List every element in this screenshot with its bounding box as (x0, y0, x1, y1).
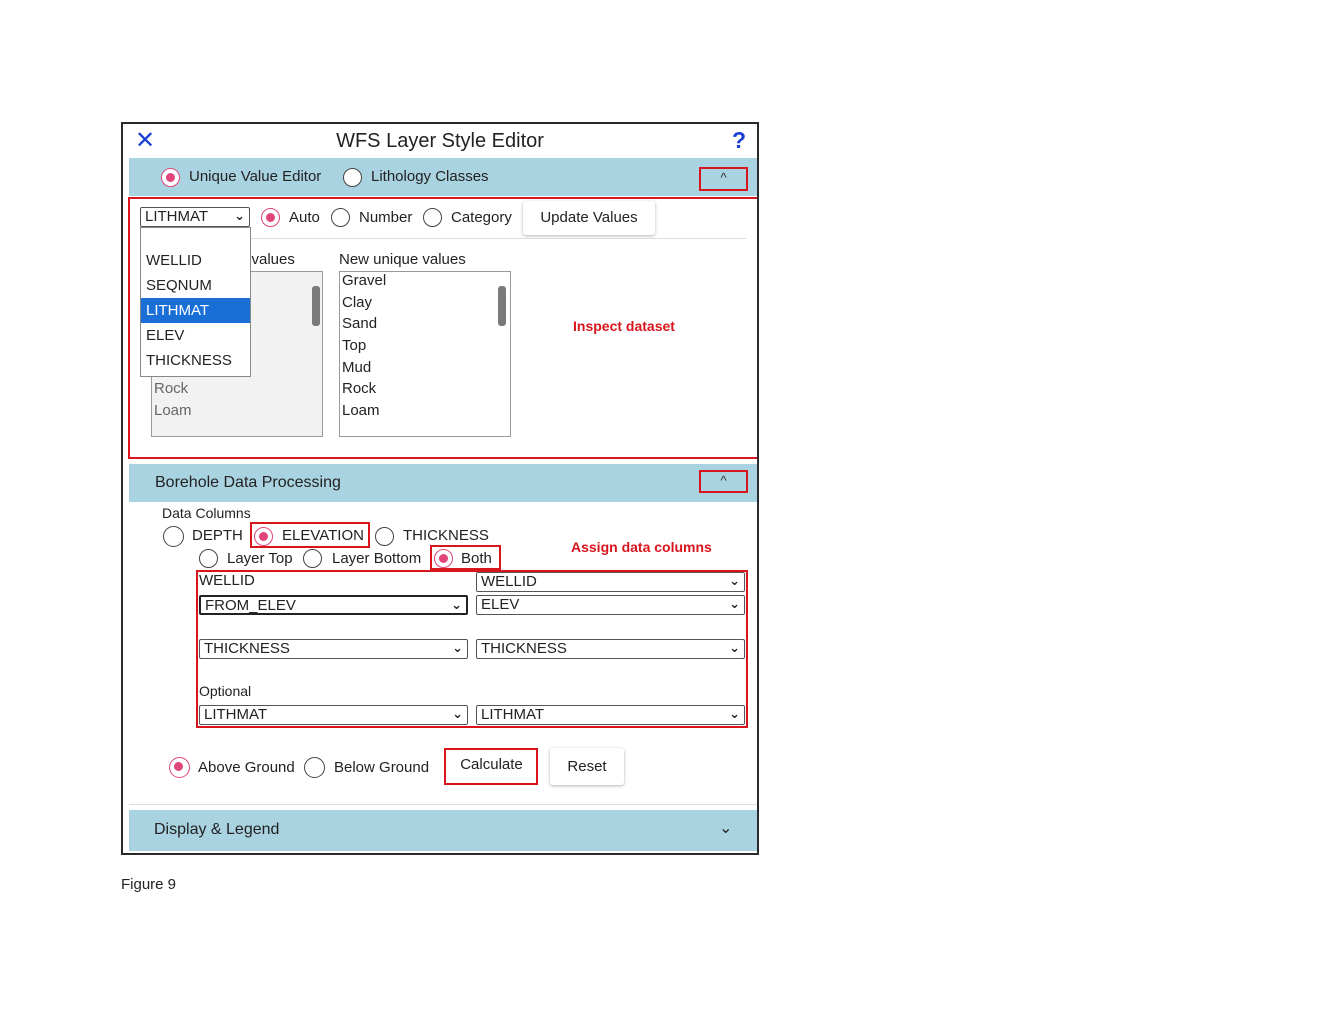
depth-label: DEPTH (192, 527, 243, 544)
assign-columns-highlight (196, 570, 748, 728)
elevation-highlight (250, 522, 370, 548)
layer-top-radio[interactable] (199, 549, 218, 568)
below-ground-radio[interactable] (304, 757, 325, 778)
figure-caption: Figure 9 (121, 876, 177, 893)
unique-value-editor-radio[interactable] (161, 168, 180, 187)
above-ground-label: Above Ground (198, 759, 295, 776)
layer-bottom-label: Layer Bottom (332, 550, 422, 567)
depth-radio[interactable] (163, 526, 184, 547)
below-ground-label: Below Ground (334, 759, 430, 776)
display-section-header[interactable]: Display & Legend ⌄ (129, 810, 757, 851)
style-collapse-button[interactable]: ^ (699, 167, 748, 191)
above-ground-radio[interactable] (169, 757, 190, 778)
style-editor-window: ✕ WFS Layer Style Editor ? Unique Value … (121, 122, 759, 855)
style-section-header: Unique Value Editor Lithology Classes ^ (129, 158, 757, 196)
borehole-section-body: Data Columns DEPTH ELEVATION THICKNESS L… (129, 502, 757, 805)
reset-button[interactable]: Reset (550, 748, 624, 785)
both-highlight (430, 545, 501, 570)
calculate-highlight (444, 748, 538, 785)
borehole-section-header: Borehole Data Processing ^ (129, 464, 757, 502)
inspect-dataset-highlight (128, 197, 757, 459)
lithology-classes-label: Lithology Classes (371, 168, 489, 185)
window-title: WFS Layer Style Editor (336, 130, 544, 152)
data-columns-label: Data Columns (162, 505, 251, 521)
chevron-up-icon: ^ (720, 473, 727, 488)
chevron-down-icon[interactable]: ⌄ (719, 818, 732, 838)
help-icon[interactable]: ? (732, 127, 746, 154)
thickness-radio[interactable] (375, 527, 394, 546)
borehole-collapse-button[interactable]: ^ (699, 470, 748, 493)
display-section-title: Display & Legend (154, 821, 280, 838)
title-bar: ✕ WFS Layer Style Editor ? (123, 124, 757, 158)
layer-top-label: Layer Top (227, 550, 293, 567)
assign-columns-annotation: Assign data columns (571, 539, 712, 555)
layer-bottom-radio[interactable] (303, 549, 322, 568)
chevron-up-icon: ^ (720, 170, 727, 185)
thickness-label: THICKNESS (403, 527, 489, 544)
unique-value-editor-label: Unique Value Editor (189, 168, 322, 185)
borehole-section-title: Borehole Data Processing (155, 474, 341, 491)
lithology-classes-radio[interactable] (343, 168, 362, 187)
